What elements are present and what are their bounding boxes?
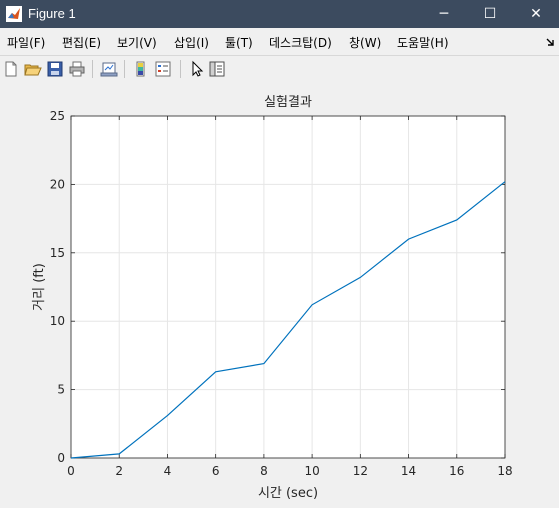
y-tick-label: 5 [57,383,65,397]
x-tick-label: 2 [115,464,123,478]
property-inspector-icon[interactable] [208,60,226,78]
y-tick-label: 25 [50,109,65,123]
y-tick-label: 0 [57,451,65,465]
minimize-icon: ─ [440,6,448,22]
new-figure-icon[interactable] [2,60,20,78]
close-icon: ✕ [530,6,542,22]
menu-view[interactable]: 보기(V) [117,34,157,51]
x-tick-label: 14 [401,464,416,478]
x-tick-label: 4 [164,464,172,478]
print-icon[interactable] [68,60,86,78]
colorbar-icon[interactable] [132,60,150,78]
legend-icon[interactable] [154,60,172,78]
edit-plot-icon[interactable] [188,60,206,78]
x-tick-label: 8 [260,464,268,478]
title-bar: Figure 1 ─ ☐ ✕ [0,0,559,28]
y-tick-label: 15 [50,246,65,260]
toolbar [0,55,559,83]
x-tick-label: 18 [497,464,512,478]
x-axis-label: 시간 (sec) [258,486,318,501]
maximize-button[interactable]: ☐ [467,0,513,28]
axes-background [71,116,505,458]
chart-title: 실험결과 [264,95,312,110]
line-chart[interactable]: 0246810121416180510152025 실험결과 시간 (sec) … [0,82,559,504]
link-plot-icon[interactable] [100,60,118,78]
menu-edit[interactable]: 편집(E) [62,34,101,51]
menu-bar: 파일(F) 편집(E) 보기(V) 삽입(I) 툴(T) 데스크탑(D) 창(W… [0,28,559,55]
maximize-icon: ☐ [484,6,497,22]
save-icon[interactable] [46,60,64,78]
open-file-icon[interactable] [24,60,42,78]
y-tick-label: 10 [50,314,65,328]
menu-tools[interactable]: 툴(T) [225,34,253,51]
menu-help[interactable]: 도움말(H) [397,34,449,51]
menu-insert[interactable]: 삽입(I) [174,34,209,51]
menu-file[interactable]: 파일(F) [7,34,45,51]
window-title: Figure 1 [28,6,76,21]
menu-desktop[interactable]: 데스크탑(D) [269,34,332,51]
close-button[interactable]: ✕ [513,0,559,28]
x-tick-label: 6 [212,464,220,478]
toolbar-separator [124,60,125,78]
y-tick-label: 20 [50,177,65,191]
y-axis-label: 거리 (ft) [32,263,47,311]
menu-window[interactable]: 창(W) [349,34,381,51]
matlab-logo-icon [6,6,22,22]
toolbar-separator [180,60,181,78]
toolbar-separator [92,60,93,78]
x-tick-label: 16 [449,464,464,478]
x-tick-label: 10 [304,464,319,478]
x-tick-label: 12 [353,464,368,478]
minimize-button[interactable]: ─ [421,0,467,28]
dock-arrow-icon[interactable] [545,37,555,47]
x-tick-label: 0 [67,464,75,478]
figure-canvas: 0246810121416180510152025 실험결과 시간 (sec) … [0,82,559,504]
